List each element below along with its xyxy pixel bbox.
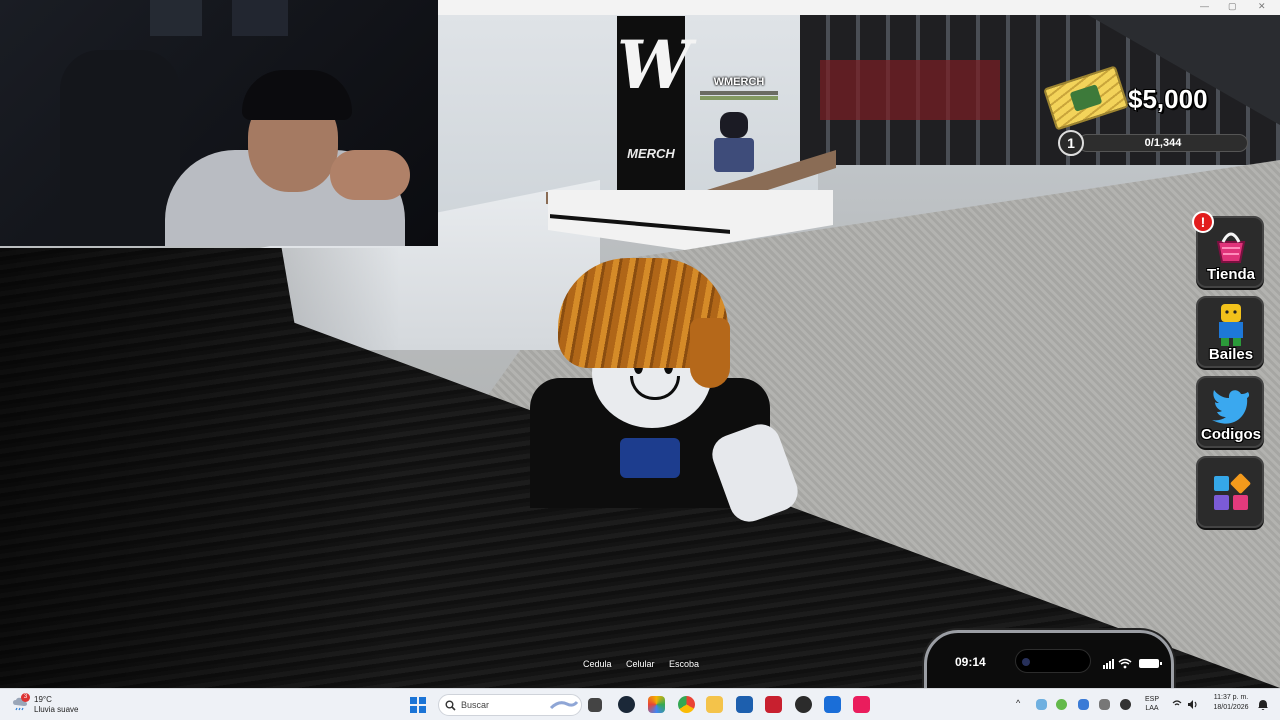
close-icon[interactable]: ✕ xyxy=(1258,1,1266,12)
codigos-label: Codigos xyxy=(1201,426,1261,443)
search-icon xyxy=(445,700,456,711)
money-amount: $5,000 xyxy=(1128,84,1208,114)
webcam-wall-frame xyxy=(150,0,202,36)
npc-prompt xyxy=(700,90,778,106)
alert-badge: ! xyxy=(1192,211,1214,233)
file-explorer-icon[interactable] xyxy=(706,696,723,713)
language-code[interactable]: ESP xyxy=(1140,696,1164,703)
search-highlight-icon xyxy=(549,700,579,710)
taskbar-search[interactable]: Buscar xyxy=(438,694,582,716)
language-layout[interactable]: LAA xyxy=(1140,705,1164,712)
table-shadow xyxy=(0,248,400,688)
roblox-studio-icon[interactable] xyxy=(824,696,841,713)
obs-icon[interactable] xyxy=(795,696,812,713)
webcam-person-hand xyxy=(330,150,410,200)
phone-status-icons xyxy=(1103,658,1162,669)
task-view-icon[interactable] xyxy=(588,698,602,712)
windows-start-icon[interactable] xyxy=(410,697,426,713)
notification-bell-icon[interactable] xyxy=(1257,699,1269,711)
avatar-shirt-logo xyxy=(620,438,680,478)
merch-logo: W xyxy=(617,26,692,104)
webcam-overlay xyxy=(0,0,438,246)
apps-button[interactable] xyxy=(1196,456,1264,528)
photos-app-icon[interactable] xyxy=(648,696,665,713)
level-badge: 1 xyxy=(1058,130,1084,156)
weather-badge: 3 xyxy=(21,693,30,702)
weather-temperature[interactable]: 19°C xyxy=(34,695,52,704)
webcam-person-cap xyxy=(242,70,352,120)
phone-dynamic-island xyxy=(1015,649,1091,673)
store-interior xyxy=(820,60,1000,120)
apps-grid-icon xyxy=(1214,473,1251,510)
avatar-smile xyxy=(630,376,680,400)
screen: W MERCH WMERCH $5,000 0/1,344 1 ! Tienda… xyxy=(0,0,1280,720)
hotbar-slot-escoba[interactable]: Escoba xyxy=(669,659,699,669)
merch-sign: W MERCH xyxy=(617,16,692,194)
ms-store-icon[interactable] xyxy=(736,696,753,713)
shopping-basket-icon xyxy=(1216,232,1246,263)
xp-progress-bar: 0/1,344 xyxy=(1078,134,1248,152)
twitter-bird-icon xyxy=(1212,390,1250,424)
webcam-wall-frame xyxy=(232,0,288,36)
npc-merch-clerk[interactable] xyxy=(714,112,754,172)
npc-name-tag: WMERCH xyxy=(713,76,765,88)
clock-time[interactable]: 11:37 p. m. xyxy=(1208,694,1254,701)
bailes-button[interactable]: Bailes xyxy=(1196,296,1264,368)
tiktok-icon[interactable] xyxy=(853,696,870,713)
webcam-chair xyxy=(60,50,180,246)
avatar-hair-side xyxy=(690,318,730,388)
in-game-phone[interactable]: 09:14 xyxy=(924,630,1174,688)
maximize-icon[interactable]: ▢ xyxy=(1228,1,1237,12)
chrome-icon[interactable] xyxy=(678,696,695,713)
hotbar-slot-celular[interactable]: Celular xyxy=(626,659,655,669)
tray-app-icon[interactable] xyxy=(1036,699,1047,710)
tray-app-icon[interactable] xyxy=(1078,699,1089,710)
dance-character-icon xyxy=(1219,304,1243,346)
tray-app-icon[interactable] xyxy=(1056,699,1067,710)
microphone-icon[interactable] xyxy=(1120,699,1131,710)
windows-taskbar: 3 19°C Lluvia suave Buscar ^ ESP LAA 11:… xyxy=(0,688,1280,720)
player-avatar xyxy=(520,258,804,528)
npc-head xyxy=(720,112,748,138)
red-app-icon[interactable] xyxy=(765,696,782,713)
weather-description[interactable]: Lluvia suave xyxy=(34,705,78,714)
minimize-icon[interactable]: — xyxy=(1200,1,1209,11)
bailes-label: Bailes xyxy=(1208,346,1254,363)
tray-chevron-icon[interactable]: ^ xyxy=(1016,698,1020,708)
network-volume-icons[interactable] xyxy=(1172,699,1202,710)
merch-sign-text: MERCH xyxy=(627,146,675,161)
search-placeholder: Buscar xyxy=(461,700,490,710)
tienda-label: Tienda xyxy=(1206,266,1256,283)
npc-body xyxy=(714,138,754,172)
window-titlebar: — ▢ ✕ xyxy=(438,0,1280,15)
codigos-button[interactable]: Codigos xyxy=(1196,376,1264,448)
tray-app-icon[interactable] xyxy=(1099,699,1110,710)
phone-camera-icon xyxy=(1022,658,1030,666)
xp-text: 0/1,344 xyxy=(1144,137,1182,149)
phone-time: 09:14 xyxy=(955,655,986,669)
clock-date[interactable]: 18/01/2026 xyxy=(1208,704,1254,711)
hotbar-slot-cedula[interactable]: Cedula xyxy=(583,659,612,669)
steam-icon[interactable] xyxy=(618,696,635,713)
